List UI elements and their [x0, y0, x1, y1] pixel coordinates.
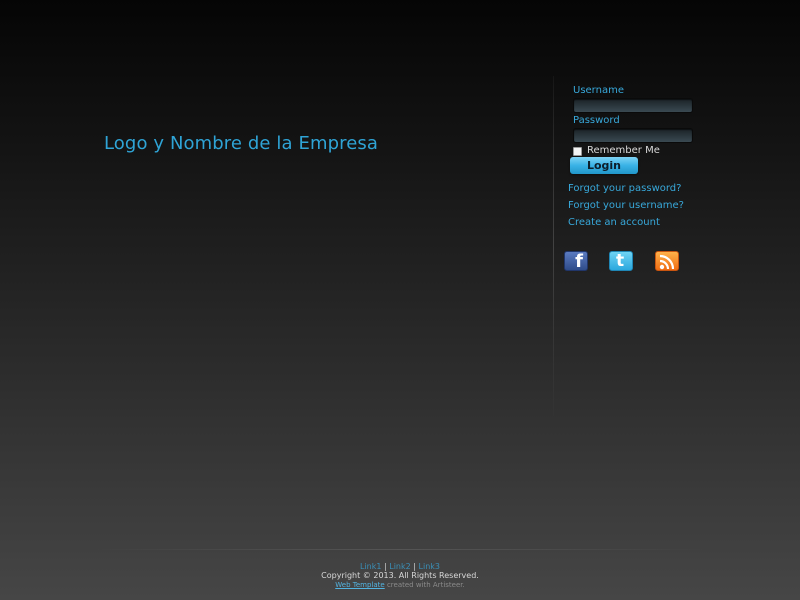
twitter-glyph: t: [616, 251, 625, 271]
facebook-icon[interactable]: f: [564, 251, 588, 272]
login-button[interactable]: Login: [570, 157, 638, 174]
web-template-link[interactable]: Web Template: [335, 581, 384, 589]
password-input[interactable]: [573, 128, 693, 143]
credit-text: created with Artisteer.: [386, 581, 465, 589]
vertical-divider: [553, 76, 554, 416]
password-label: Password: [573, 115, 620, 126]
remember-me-label: Remember Me: [587, 145, 660, 156]
twitter-icon[interactable]: t: [609, 251, 633, 271]
footer-link-3[interactable]: Link3: [419, 562, 440, 571]
username-input[interactable]: [573, 98, 693, 113]
forgot-password-link[interactable]: Forgot your password?: [568, 183, 681, 194]
facebook-glyph: f: [575, 251, 583, 272]
rss-icon[interactable]: [655, 251, 679, 271]
footer-link-1[interactable]: Link1: [360, 562, 381, 571]
credit-line: Web Template created with Artisteer.: [0, 580, 800, 590]
footer-separator: |: [384, 562, 387, 571]
remember-me-checkbox[interactable]: [573, 147, 582, 156]
forgot-username-link[interactable]: Forgot your username?: [568, 200, 684, 211]
username-label: Username: [573, 85, 624, 96]
footer-separator: |: [413, 562, 416, 571]
footer-divider: [95, 549, 705, 550]
logo-company-name: Logo y Nombre de la Empresa: [104, 133, 378, 154]
footer-link-2[interactable]: Link2: [389, 562, 410, 571]
rss-glyph: [659, 254, 675, 270]
create-account-link[interactable]: Create an account: [568, 217, 660, 228]
